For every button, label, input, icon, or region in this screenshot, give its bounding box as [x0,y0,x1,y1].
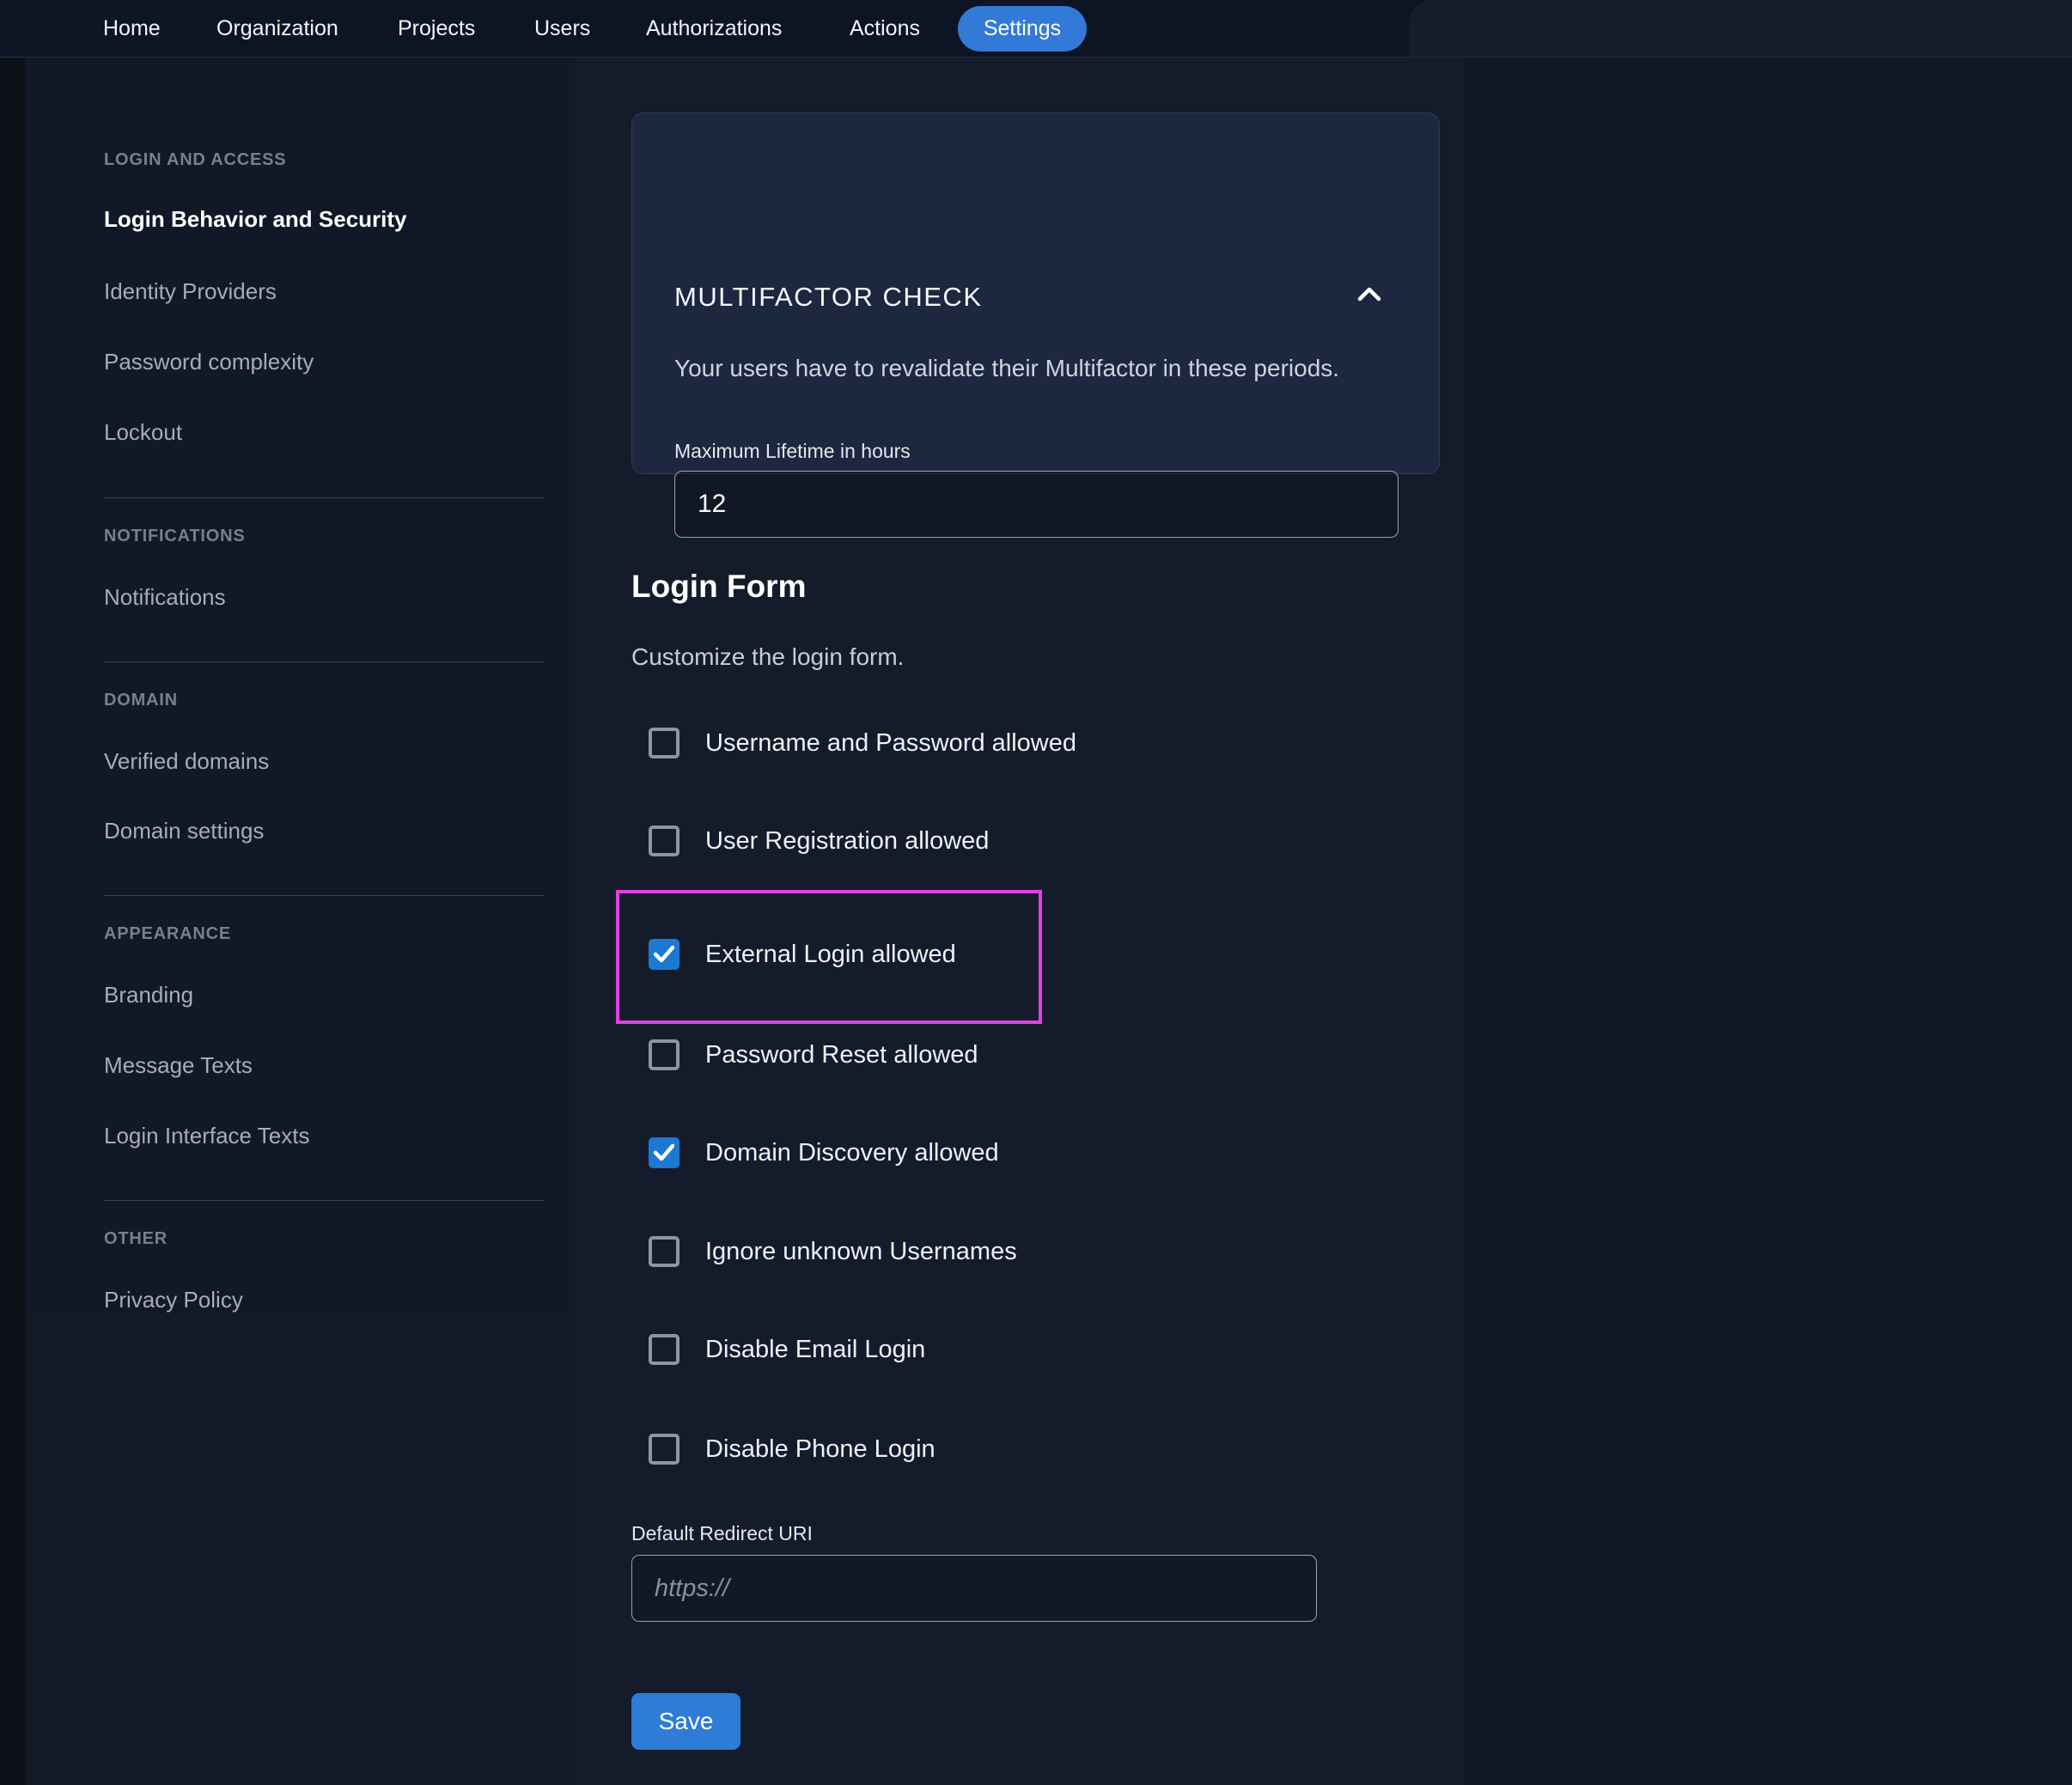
checkbox-row-disable-email-login[interactable]: Disable Email Login [649,1319,925,1380]
sidebar-item-password-complexity[interactable]: Password complexity [104,349,314,375]
sidebar-item-domain-settings[interactable]: Domain settings [104,818,264,844]
checkbox-row-password-reset[interactable]: Password Reset allowed [649,1025,978,1085]
checkbox-unchecked [649,728,679,758]
right-margin-background [1465,58,2072,1785]
nav-item-users[interactable]: Users [534,0,590,57]
card-title: MULTIFACTOR CHECK [674,282,983,312]
checkbox-label: Password Reset allowed [705,1040,978,1069]
redirect-uri-input[interactable] [631,1555,1317,1622]
checkbox-row-ignore-unknown-usernames[interactable]: Ignore unknown Usernames [649,1221,1017,1282]
nav-item-home[interactable]: Home [103,0,161,57]
checkbox-unchecked [649,825,679,856]
navbar-right-panel [1409,0,2072,57]
login-form-subtitle: Customize the login form. [631,643,905,670]
sidebar-item-login-interface-texts[interactable]: Login Interface Texts [104,1123,309,1149]
checkbox-unchecked [649,1334,679,1365]
checkbox-row-external-login[interactable]: External Login allowed [649,924,956,984]
multifactor-check-card: MULTIFACTOR CHECK Your users have to rev… [631,113,1440,538]
checkbox-row-username-password[interactable]: Username and Password allowed [649,713,1076,773]
sidebar-divider [104,661,545,662]
sidebar-item-login-behavior[interactable]: Login Behavior and Security [104,206,407,233]
sidebar-section-appearance: APPEARANCE [104,924,232,943]
sidebar-divider [104,1200,545,1201]
checkbox-checked [649,1137,679,1168]
login-form-heading: Login Form [631,569,807,604]
sidebar-divider [104,895,545,896]
checkbox-row-domain-discovery[interactable]: Domain Discovery allowed [649,1123,999,1183]
sidebar-item-notifications[interactable]: Notifications [104,584,226,611]
sidebar-item-lockout[interactable]: Lockout [104,419,182,446]
checkbox-label: Domain Discovery allowed [705,1138,999,1167]
chevron-up-icon[interactable] [1356,285,1382,302]
settings-sidebar: LOGIN AND ACCESS Login Behavior and Secu… [25,58,575,1313]
sidebar-section-login-access: LOGIN AND ACCESS [104,150,287,169]
nav-item-projects[interactable]: Projects [398,0,475,57]
sidebar-item-identity-providers[interactable]: Identity Providers [104,278,277,305]
card-description: Your users have to revalidate their Mult… [674,355,1340,381]
nav-item-label: Actions [850,15,920,40]
redirect-uri-label: Default Redirect URI [631,1522,813,1544]
checkbox-checked [649,939,679,970]
checkbox-row-user-registration[interactable]: User Registration allowed [649,811,989,871]
checkbox-row-disable-phone-login[interactable]: Disable Phone Login [649,1419,935,1479]
lifetime-input[interactable] [674,471,1399,538]
checkbox-label: Disable Email Login [705,1335,926,1363]
nav-item-settings-active[interactable]: Settings [958,6,1087,52]
console-page: Home Organization Projects Users Authori… [0,0,2072,1785]
checkbox-label: Username and Password allowed [705,728,1076,757]
nav-item-label: Organization [216,15,338,40]
sidebar-item-privacy-policy[interactable]: Privacy Policy [104,1287,243,1313]
below-sidebar-background [25,1313,575,1785]
sidebar-section-domain: DOMAIN [104,691,178,710]
sidebar-section-other: OTHER [104,1229,168,1248]
nav-item-label: Users [534,15,591,40]
top-navbar: Home Organization Projects Users Authori… [0,0,2072,58]
sidebar-item-verified-domains[interactable]: Verified domains [104,748,269,775]
nav-item-organization[interactable]: Organization [216,0,338,57]
checkbox-label: User Registration allowed [705,826,990,855]
check-icon [653,945,675,963]
nav-item-label: Settings [983,16,1062,40]
save-button[interactable]: Save [631,1693,740,1750]
nav-item-label: Projects [398,15,476,40]
sidebar-section-notifications: NOTIFICATIONS [104,527,246,545]
nav-item-authorizations[interactable]: Authorizations [646,0,782,57]
sidebar-divider [104,497,545,498]
nav-item-label: Authorizations [646,15,783,40]
checkbox-unchecked [649,1236,679,1267]
checkbox-unchecked [649,1039,679,1070]
checkbox-label: Ignore unknown Usernames [705,1237,1017,1265]
sidebar-item-message-texts[interactable]: Message Texts [104,1052,253,1079]
checkbox-label: Disable Phone Login [705,1435,935,1463]
nav-item-actions[interactable]: Actions [850,0,920,57]
lifetime-field-label: Maximum Lifetime in hours [674,440,911,462]
sidebar-item-branding[interactable]: Branding [104,982,193,1008]
check-icon [653,1143,675,1161]
checkbox-label: External Login allowed [705,940,956,968]
nav-item-label: Home [103,15,161,40]
checkbox-unchecked [649,1434,679,1465]
